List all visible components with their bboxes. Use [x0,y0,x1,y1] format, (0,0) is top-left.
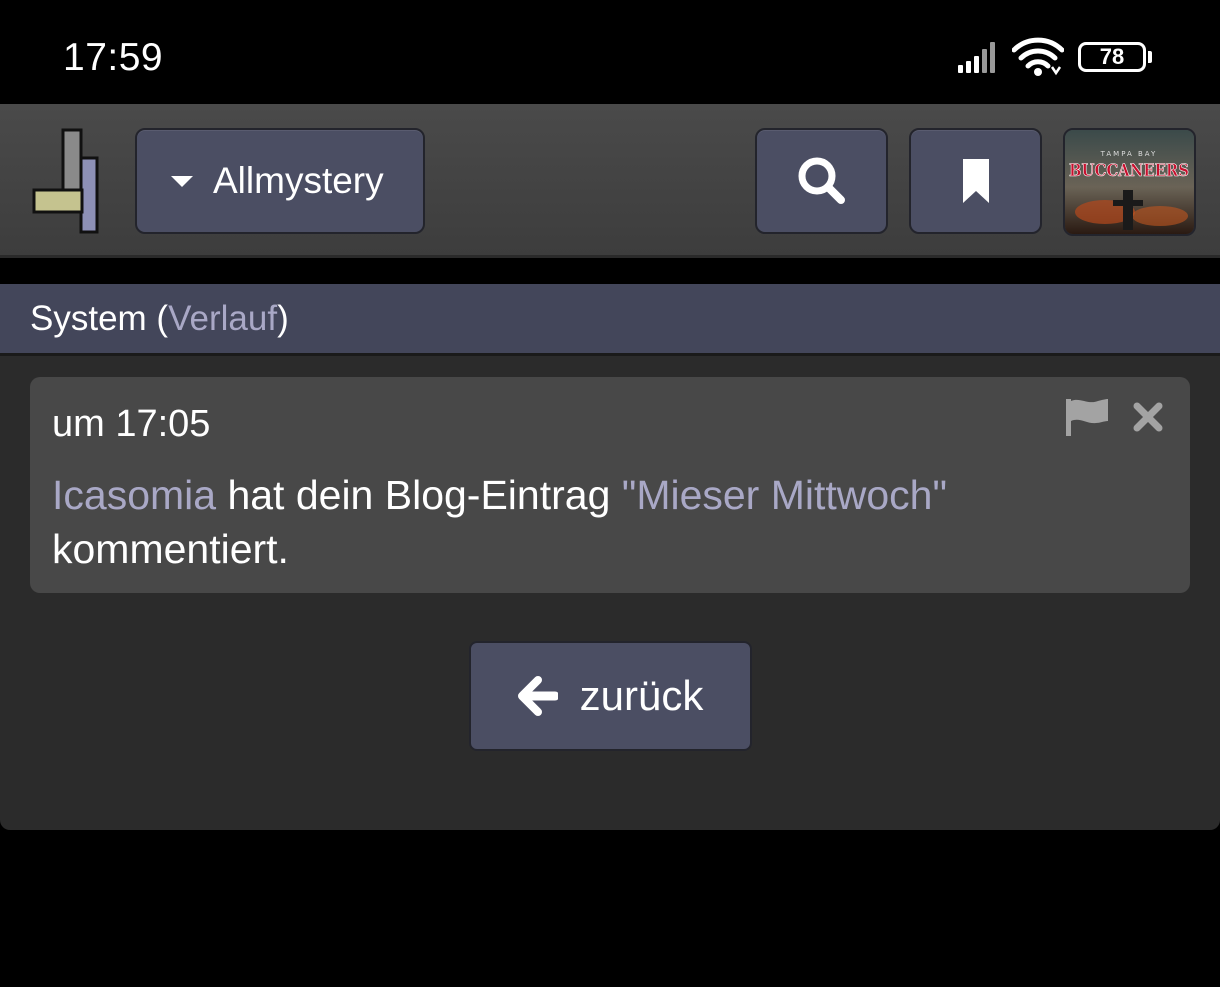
notification-blog-link[interactable]: "Mieser Mittwoch" [622,472,947,518]
wifi-icon [1012,37,1064,76]
logo-icon[interactable] [30,128,102,236]
nav-spacer [0,258,1220,284]
close-icon[interactable] [1132,401,1164,433]
avatar-text-top: TAMPA BAY [1100,150,1158,158]
search-icon [798,157,845,204]
arrow-left-icon [517,676,558,716]
status-icons: 78 [958,36,1152,78]
notification-time: um 17:05 [52,403,211,445]
notification-text-mid: hat dein Blog-Eintrag [216,472,622,518]
bookmark-button[interactable] [909,128,1042,234]
status-bar: 17:59 78 [0,0,1220,104]
notification-message: Icasomia hat dein Blog-Eintrag "Mieser M… [52,468,1052,576]
caret-down-icon [171,175,193,187]
top-navigation: Allmystery TAMPA BAY BUCCANEERS [0,104,1220,258]
notification-card: um 17:05 Icasomia hat dein Blog-Eintrag … [30,377,1190,593]
status-time: 17:59 [63,36,164,79]
notification-actions [1064,397,1164,437]
site-menu-label: Allmystery [213,160,384,201]
back-button[interactable]: zurück [469,641,752,751]
section-header: System ( Verlauf ) [0,284,1220,356]
avatar-text-main: BUCCANEERS [1069,161,1189,181]
back-button-label: zurück [579,672,704,719]
notification-user-link[interactable]: Icasomia [52,472,216,518]
section-close-paren: ) [277,298,289,338]
site-menu-button[interactable]: Allmystery [135,128,425,234]
flag-icon[interactable] [1064,397,1110,437]
signal-icon [958,41,998,73]
battery-icon: 78 [1078,42,1146,72]
search-button[interactable] [755,128,888,234]
avatar-image: TAMPA BAY BUCCANEERS [1065,130,1194,234]
section-title: System [30,298,147,338]
section-open-paren: ( [146,298,169,338]
notification-text-end: kommentiert. [52,526,289,572]
battery-level: 78 [1099,44,1125,69]
bookmark-icon [962,159,989,203]
battery-tip [1148,51,1152,63]
main-content: um 17:05 Icasomia hat dein Blog-Eintrag … [0,356,1220,830]
history-link[interactable]: Verlauf [168,299,277,339]
user-avatar[interactable]: TAMPA BAY BUCCANEERS [1063,128,1196,236]
